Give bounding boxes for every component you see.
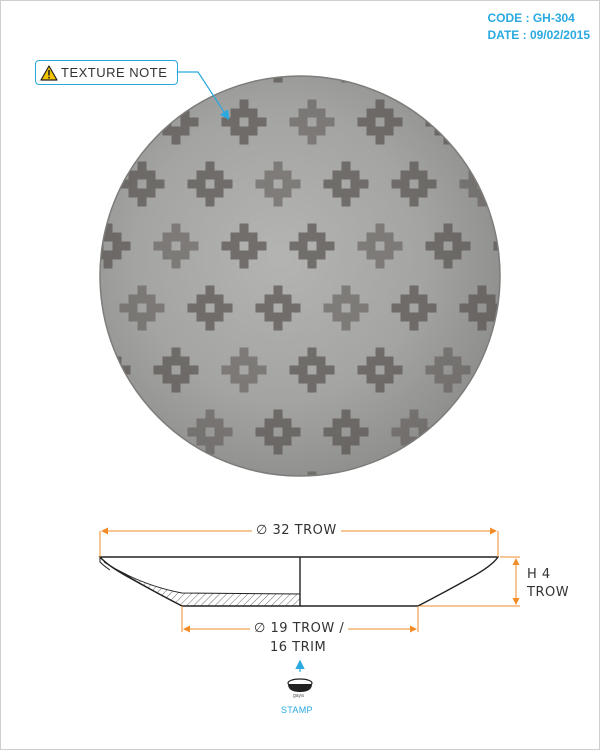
diamond-motif: [494, 472, 539, 517]
diamond-motif: [459, 409, 500, 455]
diamond-motif: [493, 241, 500, 251]
drawing-canvas: [18, 38, 573, 692]
outer-diameter-label: ∅ 32 TROW: [252, 523, 341, 538]
stamp-mark: [287, 659, 313, 692]
plate-side-profile: [98, 556, 500, 607]
diamond-motif: [205, 76, 215, 83]
diamond-motif: [52, 410, 97, 455]
diamond-motif: [52, 162, 97, 207]
stamp-label: STAMP: [281, 705, 313, 715]
diamond-motif: [18, 224, 63, 269]
diamond-motif: [528, 410, 573, 455]
diamond-motif: [18, 472, 63, 517]
diamond-motif: [443, 471, 453, 476]
base-label-line1: ∅ 19 TROW /: [250, 621, 349, 636]
diamond-motif: [528, 286, 573, 331]
diamond-motif: [528, 162, 573, 207]
diamond-motif: [171, 471, 181, 476]
diamond-motif: [375, 471, 385, 476]
diamond-motif: [341, 76, 351, 83]
diamond-motif: [409, 76, 419, 83]
plate-body: [100, 76, 500, 476]
base-label-line2: 16 TRIM: [270, 640, 327, 655]
diamond-motif: [493, 365, 500, 375]
diamond-motif: [493, 117, 500, 127]
warning-icon: [40, 64, 58, 81]
diamond-motif: [18, 348, 63, 393]
diamond-motif: [239, 471, 249, 476]
diamond-motif: [52, 286, 97, 331]
height-label-line1: H 4: [527, 567, 551, 582]
diamond-motif: [100, 99, 131, 145]
texture-note-label: TEXTURE NOTE: [61, 65, 168, 80]
diamond-motif: [103, 471, 113, 476]
diamond-motif: [18, 100, 63, 145]
diamond-motif: [528, 38, 573, 83]
texture-note-callout: TEXTURE NOTE: [35, 60, 178, 85]
diamond-motif: [307, 471, 317, 476]
stamp-brand: gaya: [293, 693, 304, 699]
height-label-line2: TROW: [527, 585, 570, 600]
diamond-motif: [477, 76, 487, 83]
plate-top-view: [18, 38, 573, 517]
